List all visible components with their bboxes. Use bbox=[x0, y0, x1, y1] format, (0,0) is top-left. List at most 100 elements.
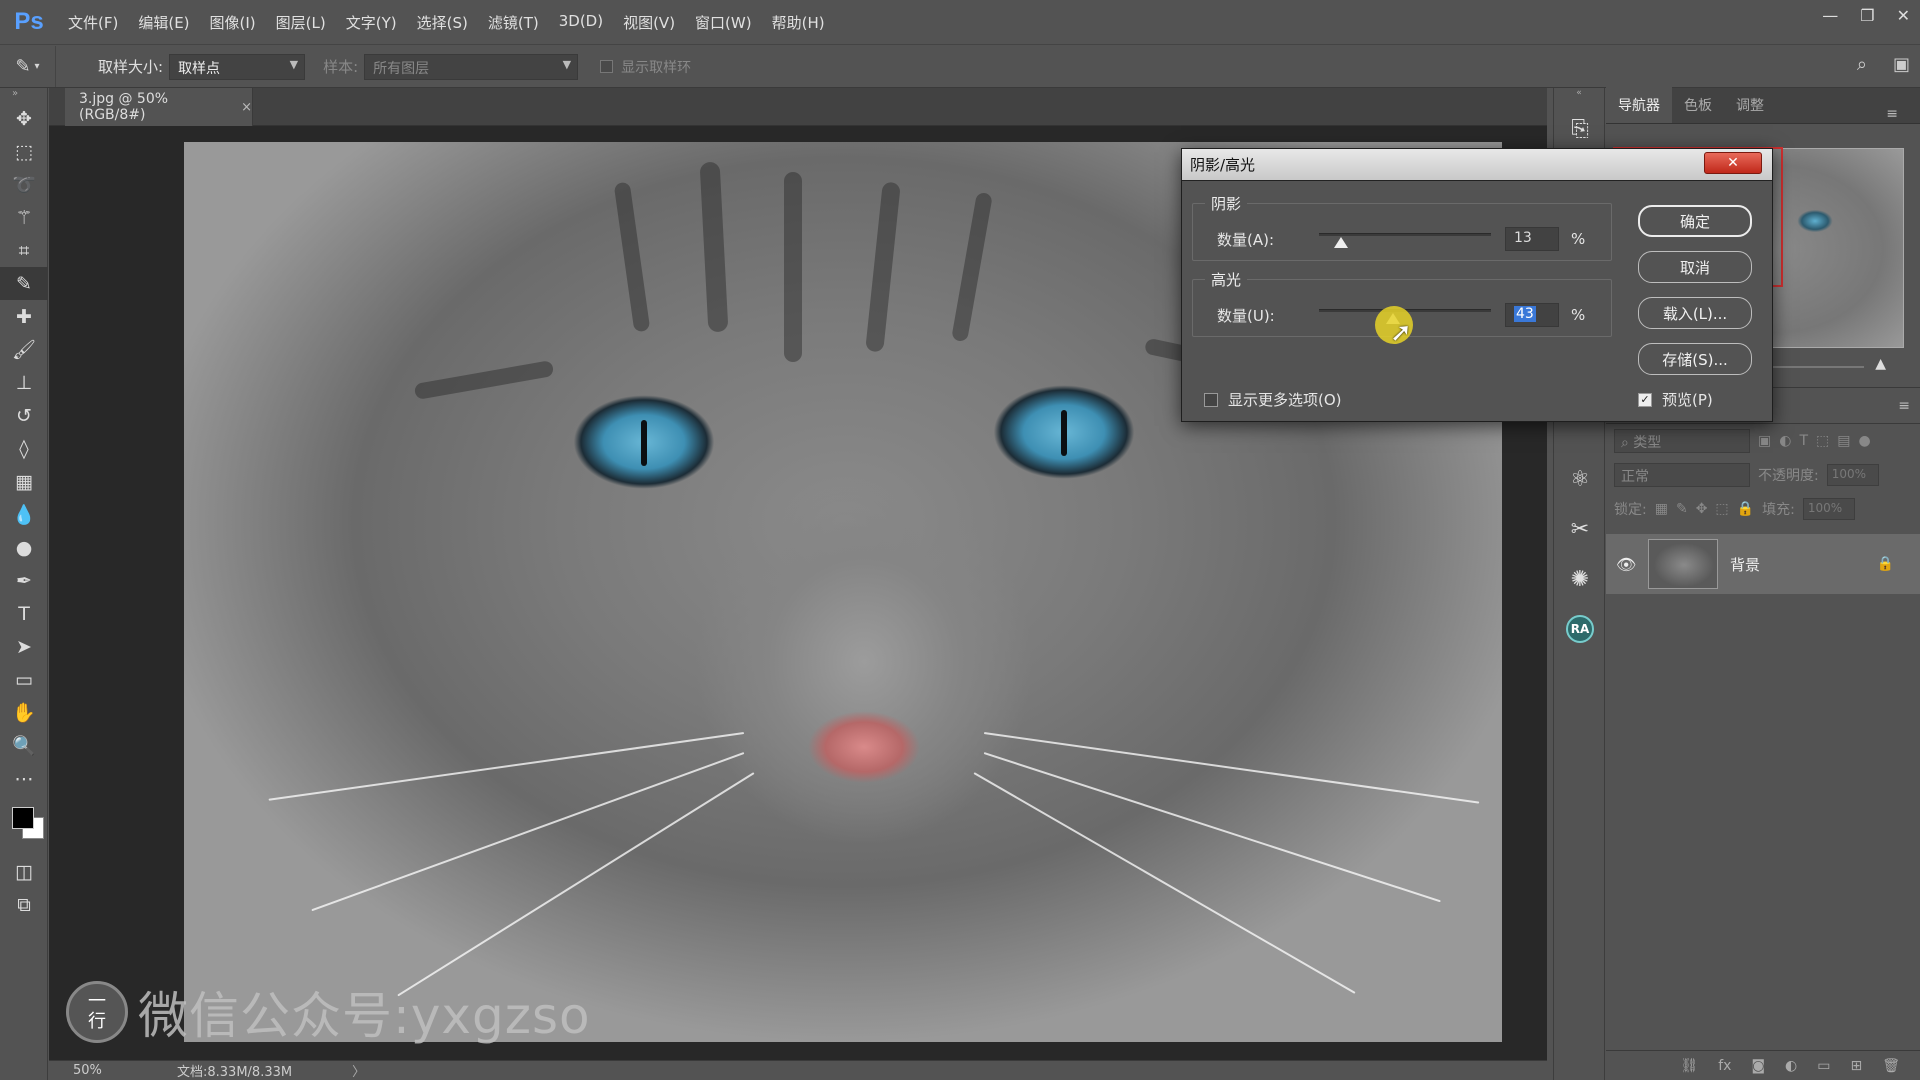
lasso-icon[interactable]: ➰ bbox=[0, 168, 48, 201]
menu-edit[interactable]: 编辑(E) bbox=[128, 12, 199, 33]
ok-button[interactable]: 确定 bbox=[1638, 205, 1752, 237]
close-window-button[interactable]: ✕ bbox=[1897, 6, 1910, 25]
brush-icon[interactable]: 🖌 bbox=[0, 333, 48, 366]
preview-checkbox[interactable]: ✓ 预览(P) bbox=[1638, 389, 1713, 410]
crop-icon[interactable]: ⌗ bbox=[0, 234, 48, 267]
lock-all-icon[interactable]: 🔒 bbox=[1737, 501, 1754, 517]
shadows-amount-field[interactable]: 13 bbox=[1505, 227, 1559, 251]
sample-select[interactable]: 所有图层 ▼ bbox=[364, 53, 579, 80]
menu-select[interactable]: 选择(S) bbox=[407, 12, 478, 33]
menu-view[interactable]: 视图(V) bbox=[613, 12, 685, 33]
magic-wand-icon[interactable]: ⚚ bbox=[0, 201, 48, 234]
healing-brush-icon[interactable]: ✚ bbox=[0, 300, 48, 333]
close-tab-icon[interactable]: × bbox=[241, 100, 252, 115]
tab-navigator[interactable]: 导航器 bbox=[1606, 87, 1672, 123]
preview-box[interactable]: ✓ bbox=[1638, 392, 1652, 407]
lock-pixels-icon[interactable]: ✎ bbox=[1676, 501, 1688, 517]
quick-mask-icon[interactable]: ◫ bbox=[0, 855, 48, 888]
save-button[interactable]: 存储(S)... bbox=[1638, 343, 1752, 375]
document-tab[interactable]: 3.jpg @ 50%(RGB/8#) × bbox=[65, 88, 253, 126]
workspace-icon[interactable]: ▣ bbox=[1893, 54, 1910, 75]
more-options-box[interactable] bbox=[1204, 392, 1218, 407]
load-button[interactable]: 载入(L)... bbox=[1638, 297, 1752, 329]
dialog-close-button[interactable]: ✕ bbox=[1704, 152, 1762, 174]
menu-layer[interactable]: 图层(L) bbox=[266, 12, 336, 33]
color-swatches[interactable] bbox=[0, 795, 48, 855]
cancel-button[interactable]: 取消 bbox=[1638, 251, 1752, 283]
show-ring-checkbox[interactable]: 显示取样环 bbox=[600, 57, 691, 77]
collapse-icon[interactable]: » bbox=[0, 88, 47, 102]
fill-field[interactable]: 100% bbox=[1802, 498, 1855, 520]
layer-row[interactable]: 👁 背景 🔒 bbox=[1606, 534, 1920, 594]
blur-icon[interactable]: 💧 bbox=[0, 498, 48, 531]
menu-type[interactable]: 文字(Y) bbox=[336, 12, 407, 33]
restore-button[interactable]: ❐ bbox=[1860, 6, 1874, 25]
menu-image[interactable]: 图像(I) bbox=[200, 12, 266, 33]
group-icon[interactable]: ▭ bbox=[1817, 1058, 1830, 1074]
tools-cross-icon[interactable]: ✂ bbox=[1554, 504, 1606, 554]
add-mask-icon[interactable]: ◙ bbox=[1751, 1058, 1765, 1074]
opacity-field[interactable]: 100% bbox=[1826, 464, 1879, 486]
delete-layer-icon[interactable]: 🗑 bbox=[1882, 1058, 1900, 1074]
marquee-icon[interactable]: ⬚ bbox=[0, 135, 48, 168]
panel-menu-icon[interactable]: ≡ bbox=[1874, 98, 1910, 130]
atom-icon[interactable]: ⚛ bbox=[1554, 454, 1606, 504]
stamp-icon[interactable]: ⊥ bbox=[0, 366, 48, 399]
history-brush-icon[interactable]: ↺ bbox=[0, 399, 48, 432]
search-icon[interactable]: ⌕ bbox=[1857, 54, 1867, 75]
eraser-icon[interactable]: ◊ bbox=[0, 432, 48, 465]
type-icon[interactable]: T bbox=[0, 597, 48, 630]
menu-filter[interactable]: 滤镜(T) bbox=[478, 12, 549, 33]
status-menu-arrow[interactable]: 〉 bbox=[352, 1061, 365, 1080]
filter-pixel-icon[interactable]: ▣ bbox=[1758, 433, 1771, 449]
fx-icon[interactable]: fx bbox=[1718, 1058, 1731, 1074]
tab-swatches[interactable]: 色板 bbox=[1672, 87, 1724, 123]
lock-artboard-icon[interactable]: ⬚ bbox=[1715, 501, 1728, 517]
lock-transparent-icon[interactable]: ▦ bbox=[1655, 501, 1668, 517]
menu-window[interactable]: 窗口(W) bbox=[685, 12, 762, 33]
menu-file[interactable]: 文件(F) bbox=[58, 12, 128, 33]
shadows-slider-thumb[interactable] bbox=[1334, 237, 1349, 248]
tab-adjustments[interactable]: 调整 bbox=[1724, 87, 1776, 123]
filter-shape-icon[interactable]: ⬚ bbox=[1816, 433, 1829, 449]
ra-plugin-icon[interactable]: RA bbox=[1554, 604, 1606, 654]
rectangle-icon[interactable]: ▭ bbox=[0, 663, 48, 696]
dodge-icon[interactable]: ● bbox=[0, 531, 48, 564]
minimize-button[interactable]: — bbox=[1822, 6, 1838, 25]
zoom-level[interactable]: 50% bbox=[49, 1063, 129, 1078]
menu-help[interactable]: 帮助(H) bbox=[762, 12, 835, 33]
hand-icon[interactable]: ✋ bbox=[0, 696, 48, 729]
menu-3d[interactable]: 3D(D) bbox=[549, 12, 613, 33]
aperture-icon[interactable]: ✺ bbox=[1554, 554, 1606, 604]
filter-smart-icon[interactable]: ▤ bbox=[1837, 433, 1850, 449]
lock-position-icon[interactable]: ✥ bbox=[1696, 501, 1708, 517]
sample-size-select[interactable]: 取样点 ▼ bbox=[169, 53, 306, 80]
screen-mode-icon[interactable]: ⧉ bbox=[0, 888, 48, 921]
zoom-in-icon[interactable]: ▲ bbox=[1875, 356, 1886, 372]
new-layer-icon[interactable]: ⊞ bbox=[1850, 1058, 1862, 1074]
layer-filter-select[interactable]: ⌕ 类型 bbox=[1614, 429, 1750, 453]
tool-preset-picker[interactable]: ✎ ▾ bbox=[0, 46, 56, 87]
shadows-amount-slider[interactable] bbox=[1319, 229, 1491, 249]
blend-mode-select[interactable]: 正常 bbox=[1614, 463, 1750, 487]
collapse-icon[interactable]: « bbox=[1554, 88, 1604, 104]
eye-icon[interactable]: 👁 bbox=[1616, 555, 1636, 574]
foreground-color[interactable] bbox=[12, 807, 34, 829]
filter-type-icon[interactable]: T bbox=[1799, 433, 1808, 449]
highlights-amount-field[interactable]: 43 bbox=[1505, 303, 1559, 327]
gradient-icon[interactable]: ▦ bbox=[0, 465, 48, 498]
filter-adjust-icon[interactable]: ◐ bbox=[1779, 433, 1791, 449]
more-options-checkbox[interactable]: 显示更多选项(O) bbox=[1204, 389, 1342, 410]
path-select-icon[interactable]: ➤ bbox=[0, 630, 48, 663]
move-icon[interactable]: ✥ bbox=[0, 102, 48, 135]
more-icon[interactable]: ⋯ bbox=[0, 762, 48, 795]
dialog-titlebar[interactable]: 阴影/高光 ✕ bbox=[1182, 149, 1772, 181]
pen-icon[interactable]: ✒ bbox=[0, 564, 48, 597]
adjustment-layer-icon[interactable]: ◐ bbox=[1785, 1058, 1797, 1074]
history-icon[interactable]: ⎘ bbox=[1554, 104, 1606, 154]
zoom-icon[interactable]: 🔍 bbox=[0, 729, 48, 762]
link-layers-icon[interactable]: ⛓ bbox=[1680, 1058, 1698, 1074]
filter-toggle-icon[interactable]: ● bbox=[1858, 433, 1870, 449]
eyedropper-icon[interactable]: ✎ bbox=[0, 267, 48, 300]
panel-menu-icon[interactable]: ≡ bbox=[1898, 398, 1910, 414]
